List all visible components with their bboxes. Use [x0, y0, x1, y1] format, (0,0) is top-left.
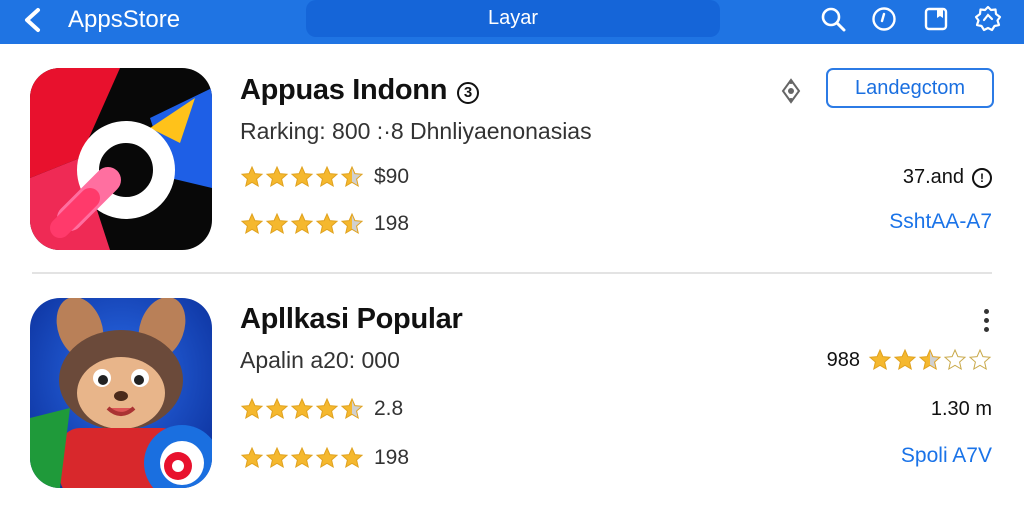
star-icon [240, 446, 264, 469]
star-rating [868, 348, 992, 372]
tab-layar[interactable]: Layar [306, 0, 720, 37]
rating-row: 198 [240, 212, 409, 236]
app-link[interactable]: SshtAA-A7 [889, 210, 992, 234]
star-icon [315, 165, 339, 188]
install-button[interactable]: Landegctom [826, 68, 994, 108]
star-icon [265, 397, 289, 420]
star-rating [240, 397, 364, 421]
app-name-text: Appuas Indonn [240, 74, 448, 106]
app-meta: 1.30 m [930, 398, 992, 420]
star-icon [290, 212, 314, 235]
star-rating [240, 165, 364, 189]
app-link[interactable]: Spoli A7V [901, 444, 992, 468]
divider [32, 272, 992, 274]
rating-row: $90 [240, 165, 409, 189]
back-icon[interactable] [18, 5, 48, 35]
share-icon[interactable] [776, 76, 806, 106]
app-name[interactable]: Appuas Indonn 3 [240, 74, 479, 107]
star-icon [290, 397, 314, 420]
clock-icon[interactable] [869, 4, 899, 34]
top-bar: AppsStore Layar [0, 0, 1024, 44]
star-icon [240, 212, 264, 235]
star-icon [290, 446, 314, 469]
star-icon [315, 397, 339, 420]
rating-value: 2.8 [374, 397, 404, 420]
star-icon [868, 348, 892, 371]
star-icon [340, 165, 364, 188]
rating-row: 198 [240, 446, 409, 470]
star-icon [240, 397, 264, 420]
info-icon[interactable]: ! [972, 167, 992, 188]
star-icon [290, 165, 314, 188]
app-meta: 37.and ! [903, 166, 992, 189]
star-icon [918, 348, 942, 371]
app-title: AppsStore [68, 6, 181, 33]
settings-icon[interactable] [973, 4, 1003, 34]
star-icon [315, 446, 339, 469]
star-icon [943, 348, 967, 371]
app-icon[interactable] [30, 68, 212, 250]
rating-value: 988 [826, 348, 860, 371]
verified-badge-icon: 3 [456, 81, 479, 104]
tab-label: Layar [487, 7, 539, 29]
rating-value: 198 [374, 212, 410, 235]
app-rating-summary: 988 [827, 348, 992, 372]
star-icon [340, 212, 364, 235]
app-subtitle: Apalin a20: 000 [240, 347, 400, 373]
rating-row: 2.8 [240, 397, 403, 421]
more-options-icon[interactable] [974, 304, 998, 336]
app-icon[interactable] [30, 298, 212, 488]
star-icon [265, 165, 289, 188]
bookmark-icon[interactable] [921, 4, 951, 34]
star-rating [240, 212, 364, 236]
meta-text: 37.and [902, 166, 964, 188]
star-icon [265, 212, 289, 235]
star-icon [893, 348, 917, 371]
badge-number: 3 [463, 84, 472, 101]
star-icon [340, 397, 364, 420]
app-subtitle: Rarking: 800 :·8 Dhnliyaenonasias [240, 118, 592, 144]
star-icon [240, 165, 264, 188]
rating-value: $90 [374, 165, 410, 188]
rating-value: 198 [374, 446, 410, 469]
star-rating [240, 446, 364, 470]
star-icon [968, 348, 992, 371]
star-icon [265, 446, 289, 469]
app-name[interactable]: Apllkasi Popular [240, 303, 463, 336]
star-icon [340, 446, 364, 469]
star-icon [315, 212, 339, 235]
search-icon[interactable] [818, 4, 848, 34]
